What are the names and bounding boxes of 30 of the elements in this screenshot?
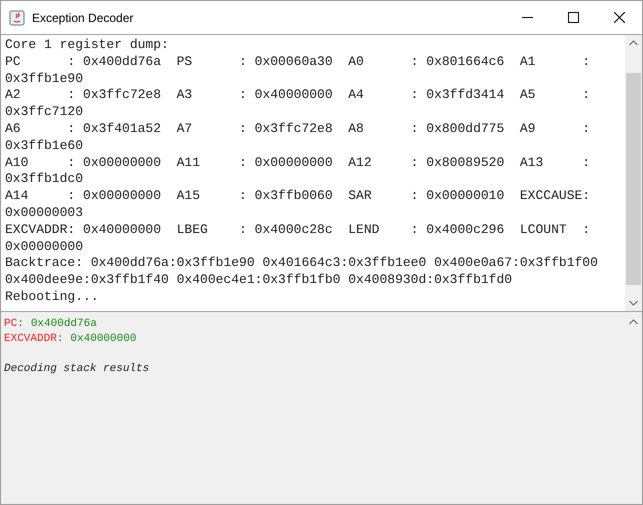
log-line: 0x400dee9e:0x3ffb1f40 0x400ec4e1:0x3ffb1fb0 0x4008930d:0x3ffb1fd0 bbox=[5, 272, 512, 289]
register-name: EXCVADDR bbox=[4, 332, 57, 347]
log-line: 0x00000003 bbox=[5, 204, 84, 222]
log-line: 0x00000000 bbox=[5, 238, 84, 256]
log-line: 0x3ffb1dc0 bbox=[5, 171, 84, 188]
log-line: A14 : 0x00000000 A15 : 0x3ffb0060 SAR : 0x00000010 EXCCAUSE: bbox=[5, 188, 590, 205]
register-value: 0x400dd76a bbox=[30, 317, 97, 332]
minimize-icon bbox=[522, 17, 532, 18]
app-icon bbox=[9, 10, 25, 26]
maximize-icon bbox=[568, 12, 578, 23]
log-line: A2 : 0x3ffc72e8 A3 : 0x40000000 A4 : 0x3ffd3414 A5 : bbox=[5, 87, 590, 104]
register-name: PC bbox=[4, 317, 18, 332]
scrollbar[interactable] bbox=[625, 35, 642, 311]
separator-mark: : bbox=[17, 317, 24, 332]
close-icon bbox=[614, 12, 624, 23]
log-line: 0x3ffb1e90 bbox=[5, 70, 84, 88]
log-line: 0x3ffc7120 bbox=[5, 104, 84, 121]
log-line: Core 1 register dump: bbox=[5, 37, 169, 54]
log-line: Backtrace: 0x400dd76a:0x3ffb1e90 0x401664c3:0x3ffb1ee0 0x400e0a67:0x3ffb1f00 bbox=[5, 255, 598, 272]
section-heading: Decoding stack results bbox=[4, 362, 150, 377]
log-line: A10 : 0x00000000 A11 : 0x00000000 A12 : 0x80089520 A13 : bbox=[5, 154, 590, 172]
log-line: A6 : 0x3f401a52 A7 : 0x3ffc72e8 A8 : 0x800dd775 A9 : bbox=[5, 120, 590, 138]
log-line: 0x3ffb1e60 bbox=[5, 138, 84, 155]
log-line: Rebooting... bbox=[5, 288, 99, 306]
separator-mark: : bbox=[56, 332, 64, 347]
scrollbar-thumb[interactable] bbox=[626, 73, 641, 285]
log-line: EXCVADDR: 0x40000000 LBEG : 0x4000c28c LEND : 0x4000c296 LCOUNT : bbox=[5, 222, 590, 239]
log-line: PC : 0x400dd76a PS : 0x00060a30 A0 : 0x801664c6 A1 : bbox=[5, 54, 590, 71]
window-title: Exception Decoder bbox=[32, 10, 134, 26]
register-value: 0x40000000 bbox=[70, 332, 136, 347]
